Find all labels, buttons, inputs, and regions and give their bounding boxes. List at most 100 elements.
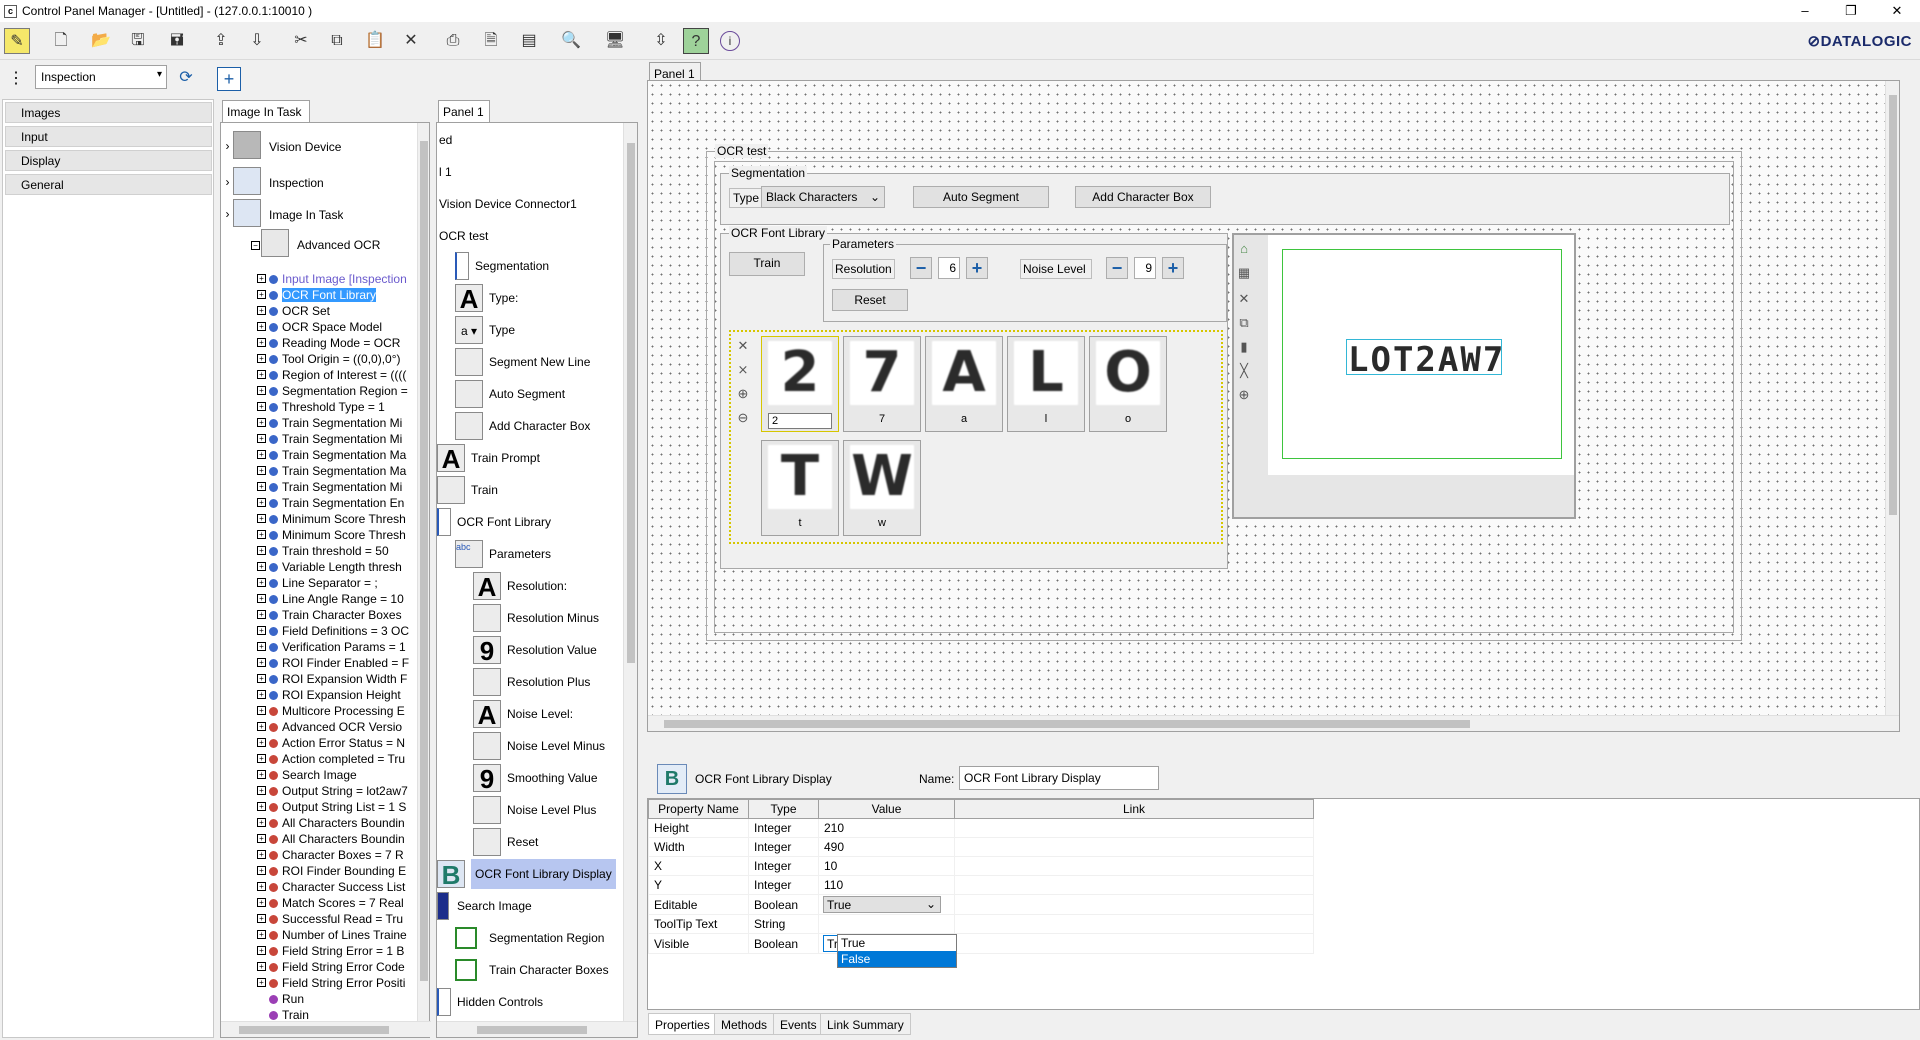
tree-expander[interactable]: + — [257, 546, 266, 555]
tree-param-item[interactable]: Threshold Type = 1 — [269, 399, 415, 415]
tree-expander[interactable]: + — [257, 850, 266, 859]
option-false[interactable]: False — [838, 951, 956, 967]
glyph-label-input[interactable]: 2 — [768, 413, 832, 429]
ocr-font-library-display[interactable]: ✕ ⨯ ⊕ ⊖ 2277AaLlOoTtWw — [729, 330, 1223, 544]
tree-param-item[interactable]: Segmentation Region = — [269, 383, 415, 399]
design-canvas[interactable]: OCR test Segmentation Type Black Charact… — [647, 80, 1900, 732]
tree-param-item[interactable]: Line Separator = ; — [269, 575, 415, 591]
tree-param-item[interactable]: OCR Space Model — [269, 319, 415, 335]
tree-param-item[interactable]: Line Angle Range = 10 — [269, 591, 415, 607]
controls-scrollbar[interactable] — [623, 123, 637, 1021]
cut-icon[interactable]: ✂ — [288, 28, 314, 54]
grid-icon[interactable]: ▦ — [1236, 265, 1252, 281]
save-all-icon[interactable]: 🖬 — [164, 28, 190, 54]
tree-param-item[interactable]: ROI Finder Enabled = F — [269, 655, 415, 671]
tree-expander[interactable]: + — [257, 642, 266, 651]
tree-item-label[interactable]: Inspection — [269, 175, 324, 191]
tree-param-item[interactable]: Variable Length thresh — [269, 559, 415, 575]
tree-expander[interactable]: + — [257, 354, 266, 363]
save-icon[interactable]: 🖫 — [125, 28, 151, 54]
control-list-item[interactable]: Reset — [507, 827, 538, 857]
tree-expander[interactable]: + — [257, 882, 266, 891]
help-icon[interactable]: ? — [683, 28, 709, 54]
tree-expander[interactable]: + — [257, 946, 266, 955]
tree-param-item[interactable]: Verification Params = 1 — [269, 639, 415, 655]
controls-scroll-thumb[interactable] — [627, 143, 635, 663]
minimize-button[interactable]: – — [1782, 0, 1828, 22]
print-icon[interactable]: ⎙ — [440, 28, 466, 54]
tree-expander[interactable]: › — [223, 208, 232, 220]
tree-expander[interactable]: + — [257, 450, 266, 459]
glyph-cell[interactable]: 77 — [843, 336, 921, 432]
tree-item-label[interactable]: Image In Task — [269, 207, 343, 223]
search-image-display[interactable]: ⌂ ▦ ✕ ⧉ ▮ ╳ ⊕ LOT2AW7 — [1232, 233, 1576, 519]
property-link[interactable] — [954, 875, 1314, 895]
control-list-item[interactable]: Type: — [489, 283, 518, 313]
tree-expander[interactable]: + — [257, 274, 266, 283]
tab-events[interactable]: Events — [773, 1013, 824, 1035]
control-list-item[interactable]: Resolution Plus — [507, 667, 590, 697]
tab-properties[interactable]: Properties — [648, 1013, 717, 1035]
segmentation-frame[interactable]: Segmentation Type Black Characters ⌄ Aut… — [720, 166, 1730, 225]
paste-icon[interactable]: 📋 — [362, 28, 388, 54]
property-link[interactable] — [954, 933, 1314, 954]
tree-param-item[interactable]: Input Image [Inspection — [269, 271, 415, 287]
train-character-boxes[interactable] — [1346, 339, 1502, 375]
noise-minus-button[interactable]: − — [1106, 257, 1128, 279]
refresh-icon[interactable]: ⟳ — [175, 67, 197, 89]
tree-expander[interactable]: + — [257, 498, 266, 507]
tree-param-item[interactable]: Action Error Status = N — [269, 735, 415, 751]
tree-param-item[interactable]: Train Segmentation Mi — [269, 431, 415, 447]
parameters-frame[interactable]: Parameters Resolution − 6 + Noise Level … — [823, 237, 1227, 322]
control-list-item[interactable]: Resolution Value — [507, 635, 597, 665]
tree-expander[interactable]: + — [257, 674, 266, 683]
tree-param-item[interactable]: Train Segmentation En — [269, 495, 415, 511]
tree-param-item[interactable]: OCR Set — [269, 303, 415, 319]
tree-param-item[interactable]: Field String Error Positi — [269, 975, 415, 991]
tree-expander[interactable]: + — [257, 418, 266, 427]
tree-scrollbar[interactable] — [417, 123, 429, 1021]
control-list-item[interactable]: Resolution: — [507, 571, 567, 601]
ocr-font-library-frame[interactable]: OCR Font Library Train Parameters Resolu… — [720, 226, 1228, 569]
property-link[interactable] — [954, 818, 1314, 838]
tree-expander[interactable]: + — [257, 738, 266, 747]
control-list-item[interactable]: Smoothing Value — [507, 763, 598, 793]
glyph-cell[interactable]: 22 — [761, 336, 839, 432]
tree-expander[interactable]: › — [223, 140, 232, 152]
download-icon[interactable]: ⇩ — [244, 28, 270, 54]
option-true[interactable]: True — [838, 935, 956, 951]
name-input[interactable]: OCR Font Library Display — [959, 766, 1159, 790]
tree-param-item[interactable]: Tool Origin = ((0,0),0°) — [269, 351, 415, 367]
control-list-item[interactable]: Auto Segment — [489, 379, 565, 409]
property-row[interactable]: ToolTip Text String — [648, 914, 1314, 934]
paste-icon[interactable]: ▮ — [1236, 339, 1252, 355]
tree-param-item[interactable]: Character Boxes = 7 R — [269, 847, 415, 863]
tree-param-item[interactable]: Run — [269, 991, 415, 1007]
tree-param-item[interactable]: Train Segmentation Mi — [269, 479, 415, 495]
control-list-item[interactable]: Add Character Box — [489, 411, 590, 441]
control-list-item[interactable]: Segmentation Region — [489, 923, 604, 953]
control-list-item[interactable]: l 1 — [439, 157, 452, 187]
tree-expander[interactable]: + — [257, 786, 266, 795]
inspection-select[interactable]: Inspection ▾ — [35, 65, 167, 89]
property-row[interactable]: X Integer 10 — [648, 856, 1314, 876]
tree-param-item[interactable]: Field Definitions = 3 OC — [269, 623, 415, 639]
control-list-item[interactable]: Noise Level Minus — [507, 731, 605, 761]
tree-expander[interactable]: + — [257, 722, 266, 731]
property-link[interactable] — [954, 856, 1314, 876]
remove-glyph-icon[interactable]: ⨯ — [735, 362, 751, 378]
train-button[interactable]: Train — [729, 252, 805, 276]
tree-hscroll-thumb[interactable] — [239, 1026, 389, 1034]
glyph-cell[interactable]: Aa — [925, 336, 1003, 432]
tree-expander[interactable]: + — [257, 466, 266, 475]
tree-expander[interactable]: › — [223, 176, 232, 188]
upload-icon[interactable]: ⇪ — [208, 28, 234, 54]
tree-param-item[interactable]: OCR Font Library — [269, 287, 415, 303]
copy-icon[interactable]: ⧉ — [1236, 315, 1252, 331]
tree-expander[interactable]: + — [257, 306, 266, 315]
tree-expander[interactable]: + — [257, 610, 266, 619]
resolution-minus-button[interactable]: − — [910, 257, 932, 279]
delete-icon[interactable]: ✕ — [398, 28, 424, 54]
tree-param-item[interactable]: Minimum Score Thresh — [269, 527, 415, 543]
tree-param-item[interactable]: Match Scores = 7 Real — [269, 895, 415, 911]
